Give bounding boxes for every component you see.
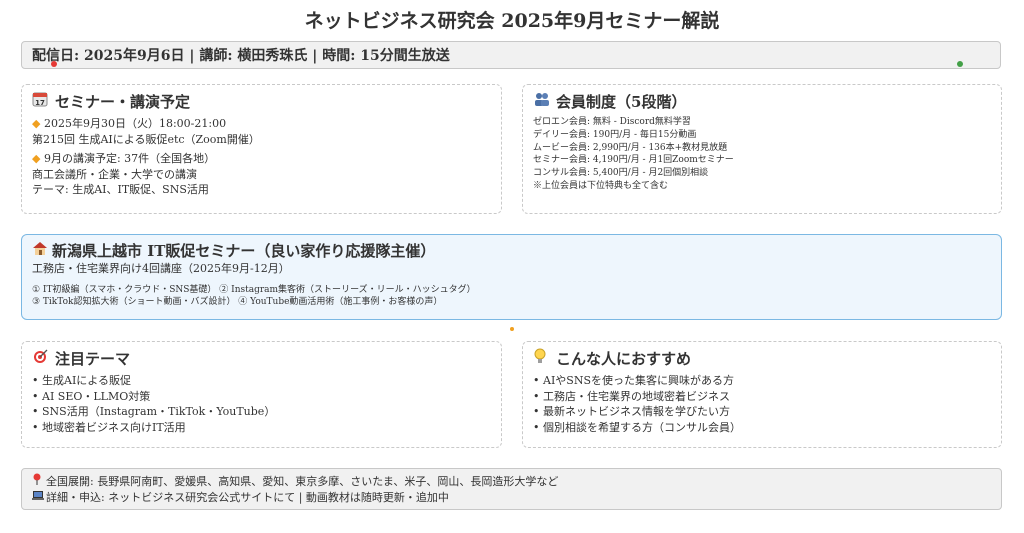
featured-seminar-subtitle: 工務店・住宅業界向け4回講座（2025年9月-12月） bbox=[32, 262, 290, 275]
seminar-date: 2025年9月30日（火）18:00-21:00 bbox=[43, 117, 227, 130]
seminar-card-heading: 17 セミナー・講演予定 bbox=[32, 91, 491, 112]
green-dot-marker bbox=[957, 61, 963, 67]
list-item: 地域密着ビジネス向けIT活用 bbox=[32, 420, 491, 436]
details-info: 詳細・申込: ネットビジネス研究会公式サイトにて | 動画教材は随時更新・追加中 bbox=[46, 491, 449, 504]
list-item: AI SEO・LLMO対策 bbox=[32, 389, 491, 405]
themes-card-heading: 注目テーマ bbox=[32, 348, 491, 369]
list-item: SNS活用（Instagram・TikTok・YouTube） bbox=[32, 404, 491, 420]
list-item: 最新ネットビジネス情報を学びたい方 bbox=[533, 404, 991, 420]
themes-card: 注目テーマ 生成AIによる販促 AI SEO・LLMO対策 SNS活用（Inst… bbox=[21, 341, 502, 448]
page-title: ネットビジネス研究会 2025年9月セミナー解説 bbox=[304, 10, 720, 32]
themes-title: 注目テーマ bbox=[55, 350, 131, 368]
featured-seminar-box: 新潟県上越市 IT販促セミナー（良い家作り応援隊主催） 工務店・住宅業界向け4回… bbox=[21, 234, 1002, 320]
orange-dot-marker bbox=[510, 327, 514, 331]
nationwide-info: 全国展開: 長野県阿南町、愛媛県、高知県、愛知、東京多摩、さいたま、米子、岡山、… bbox=[46, 475, 559, 488]
tier-note: ※上位会員は下位特典も全て含む bbox=[533, 180, 669, 191]
membership-card: 会員制度（5段階） ゼロエン会員: 無料 - Discord無料学習 デイリー会… bbox=[522, 84, 1002, 214]
red-dot-marker bbox=[51, 61, 57, 67]
list-item: 生成AIによる販促 bbox=[32, 373, 491, 389]
people-icon bbox=[533, 91, 553, 111]
diamond-bullet-icon: ◆ bbox=[32, 152, 41, 165]
seminar-topic: 第215回 生成AIによる販促etc（Zoom開催） bbox=[32, 132, 260, 146]
laptop-icon bbox=[32, 490, 46, 506]
pin-icon bbox=[32, 473, 46, 490]
recommend-card: こんな人におすすめ AIやSNSを使った集客に興味がある方 工務店・住宅業界の地… bbox=[522, 341, 1002, 448]
house-icon bbox=[32, 241, 52, 260]
tier-item: デイリー会員: 190円/月 - 毎日15分動画 bbox=[533, 129, 697, 140]
lightbulb-icon bbox=[533, 348, 553, 368]
tier-item: セミナー会員: 4,190円/月 - 月1回Zoomセミナー bbox=[533, 155, 734, 166]
diamond-bullet-icon: ◆ bbox=[32, 117, 41, 130]
lecture-venues: 商工会議所・企業・大学での講演 bbox=[32, 167, 197, 181]
broadcast-info-bar: 配信日: 2025年9月6日 | 講師: 横田秀珠氏 | 時間: 15分間生放送 bbox=[21, 41, 1001, 69]
tier-item: ゼロエン会員: 無料 - Discord無料学習 bbox=[533, 117, 691, 127]
lecture-count: 9月の講演予定: 37件（全国各地） bbox=[43, 152, 216, 165]
tier-item: ムービー会員: 2,990円/月 - 136本+教材見放題 bbox=[533, 142, 728, 153]
list-item: AIやSNSを使った集客に興味がある方 bbox=[533, 373, 991, 389]
list-item: 工務店・住宅業界の地域密着ビジネス bbox=[533, 389, 991, 405]
seminar-schedule-card: 17 セミナー・講演予定 ◆ 2025年9月30日（火）18:00-21:00 … bbox=[21, 84, 502, 214]
recommend-card-heading: こんな人におすすめ bbox=[533, 348, 991, 369]
membership-card-heading: 会員制度（5段階） bbox=[533, 91, 991, 112]
list-item: 個別相談を希望する方（コンサル会員） bbox=[533, 420, 991, 436]
calendar-icon: 17 bbox=[32, 91, 52, 111]
featured-seminar-title: 新潟県上越市 IT販促セミナー（良い家作り応援隊主催） bbox=[52, 242, 436, 260]
course-line: ③ TikTok認知拡大術（ショート動画・バズ設計） ④ YouTube動画活用… bbox=[32, 297, 443, 308]
membership-title: 会員制度（5段階） bbox=[556, 93, 687, 111]
seminar-title: セミナー・講演予定 bbox=[55, 93, 191, 111]
target-icon bbox=[32, 348, 52, 368]
course-line: ① IT初級編（スマホ・クラウド・SNS基礎） ② Instagram集客術（ス… bbox=[32, 284, 476, 295]
lecture-themes: テーマ: 生成AI、IT販促、SNS活用 bbox=[32, 183, 209, 196]
tier-item: コンサル会員: 5,400円/月 - 月2回個別相談 bbox=[533, 168, 709, 179]
footer-box: 全国展開: 長野県阿南町、愛媛県、高知県、愛知、東京多摩、さいたま、米子、岡山、… bbox=[21, 468, 1002, 510]
featured-seminar-heading: 新潟県上越市 IT販促セミナー（良い家作り応援隊主催） bbox=[32, 240, 991, 261]
recommend-title: こんな人におすすめ bbox=[556, 350, 692, 368]
svg-text:17: 17 bbox=[35, 99, 45, 107]
